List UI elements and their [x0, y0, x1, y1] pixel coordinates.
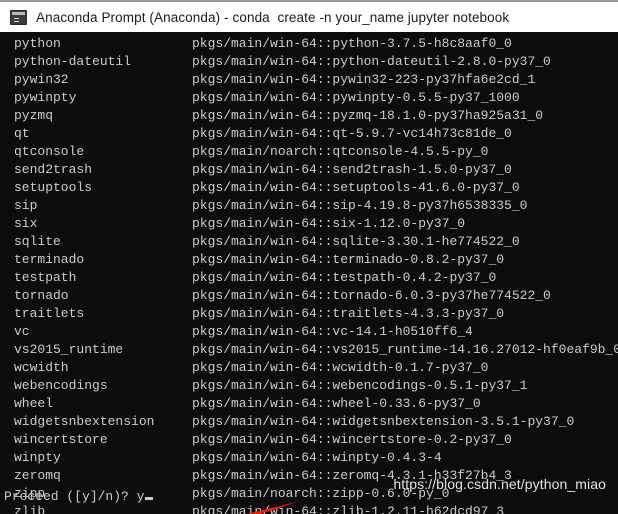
- package-row: send2trash pkgs/main/win-64::send2trash-1…: [0, 161, 618, 179]
- package-name: pywin32: [14, 72, 69, 87]
- package-spec: pkgs/main/win-64::pywinpty-0.5.5-py37_10…: [192, 90, 520, 105]
- package-name: zeromq: [14, 468, 61, 483]
- package-spec: pkgs/main/win-64::wheel-0.33.6-py37_0: [192, 396, 481, 411]
- package-spec: pkgs/main/win-64::terminado-0.8.2-py37_0: [192, 252, 505, 267]
- watermark-url: https://blog.csdn.net/python_miao: [393, 476, 606, 492]
- package-name: setuptools: [14, 180, 93, 195]
- package-spec: pkgs/main/win-64::sqlite-3.30.1-he774522…: [192, 234, 520, 249]
- package-name: pywinpty: [14, 90, 77, 105]
- package-spec: pkgs/main/win-64::wcwidth-0.1.7-py37_0: [192, 360, 489, 375]
- package-spec: pkgs/main/win-64::sip-4.19.8-py37h653833…: [192, 198, 528, 213]
- terminal-output-area[interactable]: python pkgs/main/win-64::python-3.7.5-h8c…: [0, 32, 618, 514]
- package-name: sqlite: [14, 234, 61, 249]
- package-spec: pkgs/main/win-64::pyzmq-18.1.0-py37ha925…: [192, 108, 544, 123]
- console-window-icon: [10, 9, 27, 25]
- package-spec: pkgs/main/win-64::setuptools-41.6.0-py37…: [192, 180, 520, 195]
- package-spec: pkgs/main/win-64::traitlets-4.3.3-py37_0: [192, 306, 505, 321]
- package-name: sip: [14, 198, 38, 213]
- prompt-text: Proceed ([y]/n)? y: [4, 489, 145, 504]
- package-row: webencodings pkgs/main/win-64::webencodin…: [0, 377, 618, 395]
- package-spec: pkgs/main/win-64::pywin32-223-py37hfa6e2…: [192, 72, 536, 87]
- proceed-prompt[interactable]: Proceed ([y]/n)? y: [0, 489, 154, 505]
- package-spec: pkgs/main/win-64::tornado-6.0.3-py37he77…: [192, 288, 551, 303]
- package-name: six: [14, 216, 38, 231]
- package-row: pyzmq pkgs/main/win-64::pyzmq-18.1.0-py37…: [0, 107, 618, 125]
- package-row: testpath pkgs/main/win-64::testpath-0.4.2…: [0, 269, 618, 287]
- package-spec: pkgs/main/win-64::wincertstore-0.2-py37_…: [192, 432, 512, 447]
- package-row: vs2015_runtime pkgs/main/win-64::vs2015_r…: [0, 341, 618, 359]
- package-name: python-dateutil: [14, 54, 132, 69]
- package-row: sqlite pkgs/main/win-64::sqlite-3.30.1-he…: [0, 233, 618, 251]
- package-row: wincertstore pkgs/main/win-64::wincertsto…: [0, 431, 618, 449]
- package-row: wcwidth pkgs/main/win-64::wcwidth-0.1.7-p…: [0, 359, 618, 377]
- window-title: Anaconda Prompt (Anaconda) - conda creat…: [36, 9, 510, 25]
- package-name: vc: [14, 324, 30, 339]
- package-name: send2trash: [14, 162, 93, 177]
- package-name: terminado: [14, 252, 85, 267]
- window-titlebar: Anaconda Prompt (Anaconda) - conda creat…: [0, 0, 618, 32]
- package-name: winpty: [14, 450, 61, 465]
- package-spec: pkgs/main/win-64::testpath-0.4.2-py37_0: [192, 270, 497, 285]
- package-spec: pkgs/main/win-64::winpty-0.4.3-4: [192, 450, 442, 465]
- package-row: qtconsole pkgs/main/noarch::qtconsole-4.5…: [0, 143, 618, 161]
- package-row: tornado pkgs/main/win-64::tornado-6.0.3-p…: [0, 287, 618, 305]
- package-name: pyzmq: [14, 108, 54, 123]
- package-spec: pkgs/main/win-64::send2trash-1.5.0-py37_…: [192, 162, 512, 177]
- package-row: python-dateutil pkgs/main/win-64::python-…: [0, 53, 618, 71]
- package-spec: pkgs/main/win-64::webencodings-0.5.1-py3…: [192, 378, 528, 393]
- package-spec: pkgs/main/win-64::python-3.7.5-h8c8aaf0_…: [192, 36, 512, 51]
- package-name: vs2015_runtime: [14, 342, 124, 357]
- package-name: tornado: [14, 288, 69, 303]
- package-row: qt pkgs/main/win-64::qt-5.9.7-vc14h73c81d…: [0, 125, 618, 143]
- package-spec: pkgs/main/win-64::qt-5.9.7-vc14h73c81de_…: [192, 126, 512, 141]
- package-row: setuptools pkgs/main/win-64::setuptools-4…: [0, 179, 618, 197]
- package-row: sip pkgs/main/win-64::sip-4.19.8-py37h653…: [0, 197, 618, 215]
- package-row: terminado pkgs/main/win-64::terminado-0.8…: [0, 251, 618, 269]
- package-name: wincertstore: [14, 432, 108, 447]
- package-list: python pkgs/main/win-64::python-3.7.5-h8c…: [0, 35, 618, 514]
- package-name: widgetsnbextension: [14, 414, 155, 429]
- package-row: winpty pkgs/main/win-64::winpty-0.4.3-4: [0, 449, 618, 467]
- package-spec: pkgs/main/win-64::vc-14.1-h0510ff6_4: [192, 324, 473, 339]
- package-spec: pkgs/main/win-64::widgetsnbextension-3.5…: [192, 414, 575, 429]
- package-spec: pkgs/main/win-64::zlib-1.2.11-h62dcd97_3: [192, 504, 505, 514]
- package-name: webencodings: [14, 378, 108, 393]
- package-row: pywin32 pkgs/main/win-64::pywin32-223-py3…: [0, 71, 618, 89]
- package-name: wheel: [14, 396, 54, 411]
- package-name: qt: [14, 126, 30, 141]
- package-row: vc pkgs/main/win-64::vc-14.1-h0510ff6_4: [0, 323, 618, 341]
- package-spec: pkgs/main/noarch::qtconsole-4.5.5-py_0: [192, 144, 489, 159]
- anaconda-prompt-window: Anaconda Prompt (Anaconda) - conda creat…: [0, 0, 618, 514]
- package-spec: pkgs/main/win-64::vs2015_runtime-14.16.2…: [192, 342, 618, 357]
- package-spec: pkgs/main/win-64::six-1.12.0-py37_0: [192, 216, 466, 231]
- package-row: pywinpty pkgs/main/win-64::pywinpty-0.5.5…: [0, 89, 618, 107]
- package-row: python pkgs/main/win-64::python-3.7.5-h8c…: [0, 35, 618, 53]
- package-name: traitlets: [14, 306, 85, 321]
- package-name: testpath: [14, 270, 77, 285]
- text-cursor: [145, 497, 154, 500]
- package-name: qtconsole: [14, 144, 85, 159]
- package-name: wcwidth: [14, 360, 69, 375]
- package-row: six pkgs/main/win-64::six-1.12.0-py37_0: [0, 215, 618, 233]
- package-name: python: [14, 36, 61, 51]
- package-row: wheel pkgs/main/win-64::wheel-0.33.6-py37…: [0, 395, 618, 413]
- package-spec: pkgs/main/win-64::python-dateutil-2.8.0-…: [192, 54, 551, 69]
- package-row: traitlets pkgs/main/win-64::traitlets-4.3…: [0, 305, 618, 323]
- package-row: widgetsnbextension pkgs/main/win-64::widg…: [0, 413, 618, 431]
